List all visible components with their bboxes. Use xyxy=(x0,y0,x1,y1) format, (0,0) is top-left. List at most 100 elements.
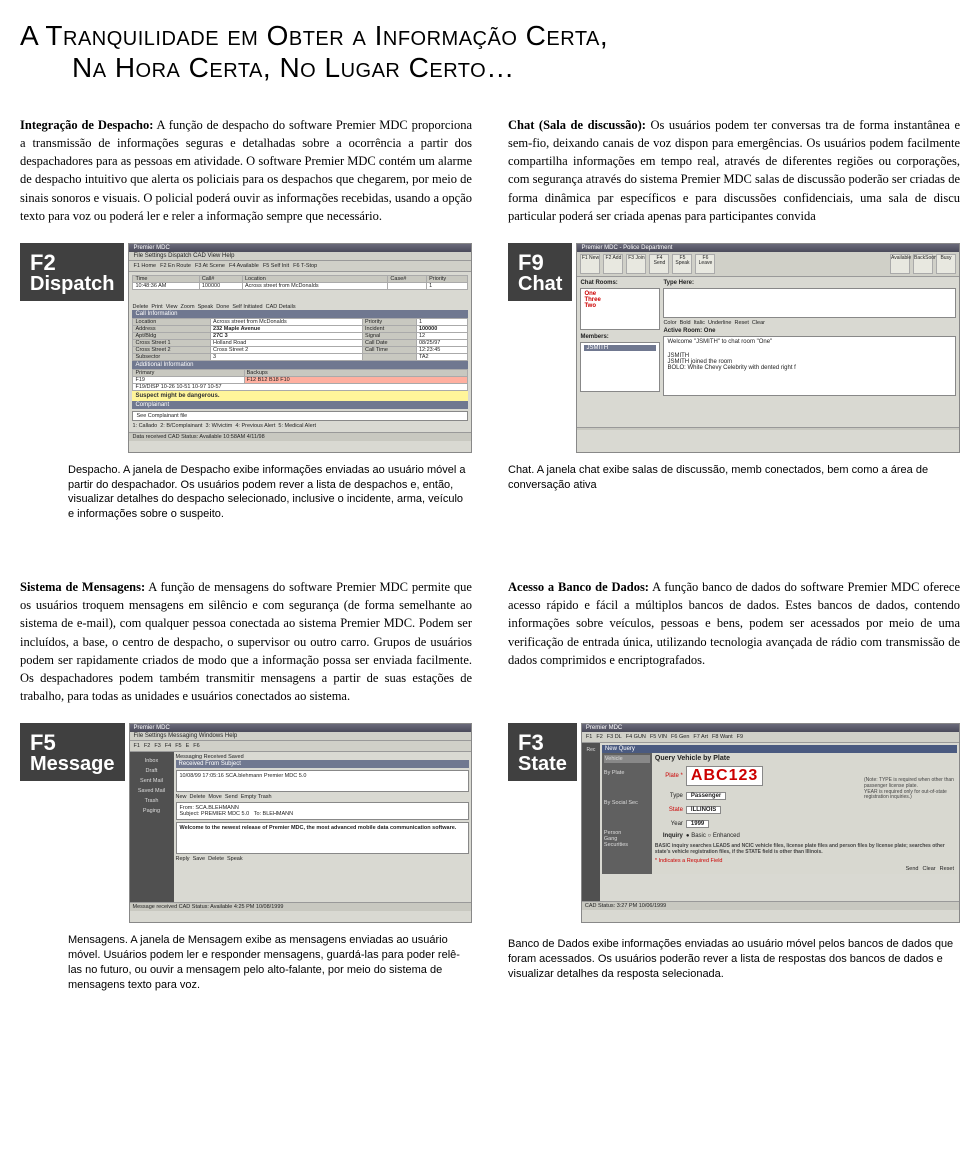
btn-empty[interactable]: Empty Trash xyxy=(241,794,272,800)
tb-tstop[interactable]: F6 T-Stop xyxy=(293,263,317,269)
btn-reset[interactable]: Reset xyxy=(940,866,954,872)
state-tab-rec[interactable]: Rec xyxy=(582,743,600,901)
btn-speak[interactable]: Speak xyxy=(198,304,214,310)
tb-f5[interactable]: F5 VIN xyxy=(650,734,667,740)
btn-print[interactable]: Print xyxy=(151,304,162,310)
row-case[interactable] xyxy=(388,282,427,289)
tb-busy[interactable]: Busy xyxy=(936,254,956,274)
tb-f9[interactable]: F9 xyxy=(737,734,743,740)
btn-savef[interactable]: Save xyxy=(193,856,206,862)
tb-home[interactable]: F1 Home xyxy=(133,263,156,269)
fb4[interactable]: 4: Previous Alert xyxy=(235,423,275,429)
tb-f2[interactable]: F2 xyxy=(144,743,150,749)
sb-inbox[interactable]: Inbox xyxy=(132,758,172,764)
btn-selfinit[interactable]: Self Initiated xyxy=(232,304,262,310)
tb-f5[interactable]: F5 xyxy=(175,743,181,749)
tb-join[interactable]: F3 Join xyxy=(626,254,646,274)
tb-f2[interactable]: F2 xyxy=(596,734,602,740)
tb-f8[interactable]: F8 Want xyxy=(712,734,733,740)
state-toolbar: F1 F2 F3 DL F4 GUN F5 VIN F6 Gen F7 Art … xyxy=(582,732,959,743)
msg-footbtns: Reply Save Delete Speak xyxy=(176,856,470,862)
note-box: (Note: TYPE is required when other than … xyxy=(864,762,954,801)
btn-cad[interactable]: CAD Details xyxy=(266,304,296,310)
tb-f1[interactable]: F1 xyxy=(586,734,592,740)
message-screenshot: Premier MDC File Settings Messaging Wind… xyxy=(129,723,473,923)
tb-f4[interactable]: F4 xyxy=(165,743,171,749)
tb-e[interactable]: E xyxy=(186,743,190,749)
btn-reply[interactable]: Reply xyxy=(176,856,190,862)
rooms-list[interactable]: One Three Two xyxy=(580,288,660,330)
s2-right-lead: Acesso a Banco de Dados: xyxy=(508,580,649,594)
row-call[interactable]: 100000 xyxy=(199,282,242,289)
btn-delete[interactable]: Delete xyxy=(132,304,148,310)
fmt-color[interactable]: Color xyxy=(663,320,676,326)
msg-row[interactable]: 10/08/99 17:05:16 SCA.blehmann Premier M… xyxy=(180,773,466,779)
tb-f3[interactable]: F3 DL xyxy=(607,734,622,740)
tb-speak[interactable]: F5 Speak xyxy=(672,254,692,274)
tb-backsoon[interactable]: BackSoon xyxy=(913,254,933,274)
row-loc[interactable]: Across street from McDonalds xyxy=(242,282,387,289)
tb-add[interactable]: F2 Add xyxy=(603,254,623,274)
members-list[interactable]: JSMITH xyxy=(580,342,660,392)
btn-new[interactable]: New xyxy=(176,794,187,800)
btn-speakf[interactable]: Speak xyxy=(227,856,243,862)
tb-send[interactable]: F4 Send xyxy=(649,254,669,274)
year-input[interactable]: 1999 xyxy=(686,820,709,828)
room-two[interactable]: Two xyxy=(584,303,656,309)
type-input[interactable] xyxy=(663,288,956,318)
fmt-reset[interactable]: Reset xyxy=(734,320,748,326)
btn-delf[interactable]: Delete xyxy=(208,856,224,862)
section-2-right: Acesso a Banco de Dados: A função banco … xyxy=(508,578,960,705)
tb-f6[interactable]: F6 xyxy=(193,743,199,749)
member-jsmith[interactable]: JSMITH xyxy=(584,345,656,351)
tb-f1[interactable]: F1 xyxy=(134,743,140,749)
tb-enroute[interactable]: F2 En Route xyxy=(160,263,191,269)
fmt-italic[interactable]: Italic xyxy=(694,320,705,326)
fb5[interactable]: 5: Medical Alert xyxy=(278,423,316,429)
btn-clear[interactable]: Clear xyxy=(922,866,935,872)
fkey-label: Dispatch xyxy=(30,274,114,295)
f9-chat-key: F9 Chat xyxy=(508,243,572,301)
btn-send[interactable]: Send xyxy=(906,866,919,872)
section-1-right: Chat (Sala de discussão): Os usuários po… xyxy=(508,116,960,225)
sb-trash[interactable]: Trash xyxy=(132,798,172,804)
btn-view[interactable]: View xyxy=(166,304,178,310)
tb-self[interactable]: F5 Self Init xyxy=(263,263,289,269)
sb-vehicle[interactable]: Vehicle xyxy=(604,755,650,763)
tb-atscene[interactable]: F3 At Scene xyxy=(195,263,225,269)
sb-sec[interactable]: Securities xyxy=(604,842,650,848)
tb-f3[interactable]: F3 xyxy=(154,743,160,749)
fmt-clear[interactable]: Clear xyxy=(752,320,765,326)
tb-f4[interactable]: F4 GUN xyxy=(626,734,646,740)
primary-val: F19 xyxy=(133,376,244,383)
tb-avail[interactable]: Available xyxy=(890,254,910,274)
msg-list[interactable]: 10/08/99 17:05:16 SCA.blehmann Premier M… xyxy=(176,770,470,792)
btn-zoom[interactable]: Zoom xyxy=(181,304,195,310)
tb-new[interactable]: F1 New xyxy=(580,254,600,274)
state-input[interactable]: ILLINOIS xyxy=(686,806,721,814)
sb-draft[interactable]: Draft xyxy=(132,768,172,774)
row-pri[interactable]: 1 xyxy=(427,282,468,289)
fmt-bold[interactable]: Bold xyxy=(680,320,691,326)
btn-del[interactable]: Delete xyxy=(190,794,206,800)
type-input[interactable]: Passenger xyxy=(686,792,726,800)
inq-opt[interactable]: ● Basic ○ Enhanced xyxy=(686,833,740,839)
fb2[interactable]: 2: B/Complainant xyxy=(160,423,202,429)
btn-send[interactable]: Send xyxy=(225,794,238,800)
sb-sent[interactable]: Sent Mail xyxy=(132,778,172,784)
sb-paging[interactable]: Paging xyxy=(132,808,172,814)
btn-move[interactable]: Move xyxy=(208,794,221,800)
plate-input[interactable]: ABC123 xyxy=(686,766,763,786)
fb3[interactable]: 3: W/victim xyxy=(205,423,232,429)
tb-avail[interactable]: F4 Available xyxy=(229,263,259,269)
fb1[interactable]: 1: Callado xyxy=(132,423,157,429)
fmt-under[interactable]: Underline xyxy=(708,320,732,326)
f2-dispatch-key: F2 Dispatch xyxy=(20,243,124,301)
sb-saved[interactable]: Saved Mail xyxy=(132,788,172,794)
tb-f7[interactable]: F7 Art xyxy=(693,734,708,740)
tb-leave[interactable]: F6 Leave xyxy=(695,254,715,274)
btn-done[interactable]: Done xyxy=(216,304,229,310)
tb-f6[interactable]: F6 Gen xyxy=(671,734,689,740)
section-1-columns: Integração de Despacho: A função de desp… xyxy=(20,116,960,225)
row-time[interactable]: 10:48:36 AM xyxy=(133,282,199,289)
